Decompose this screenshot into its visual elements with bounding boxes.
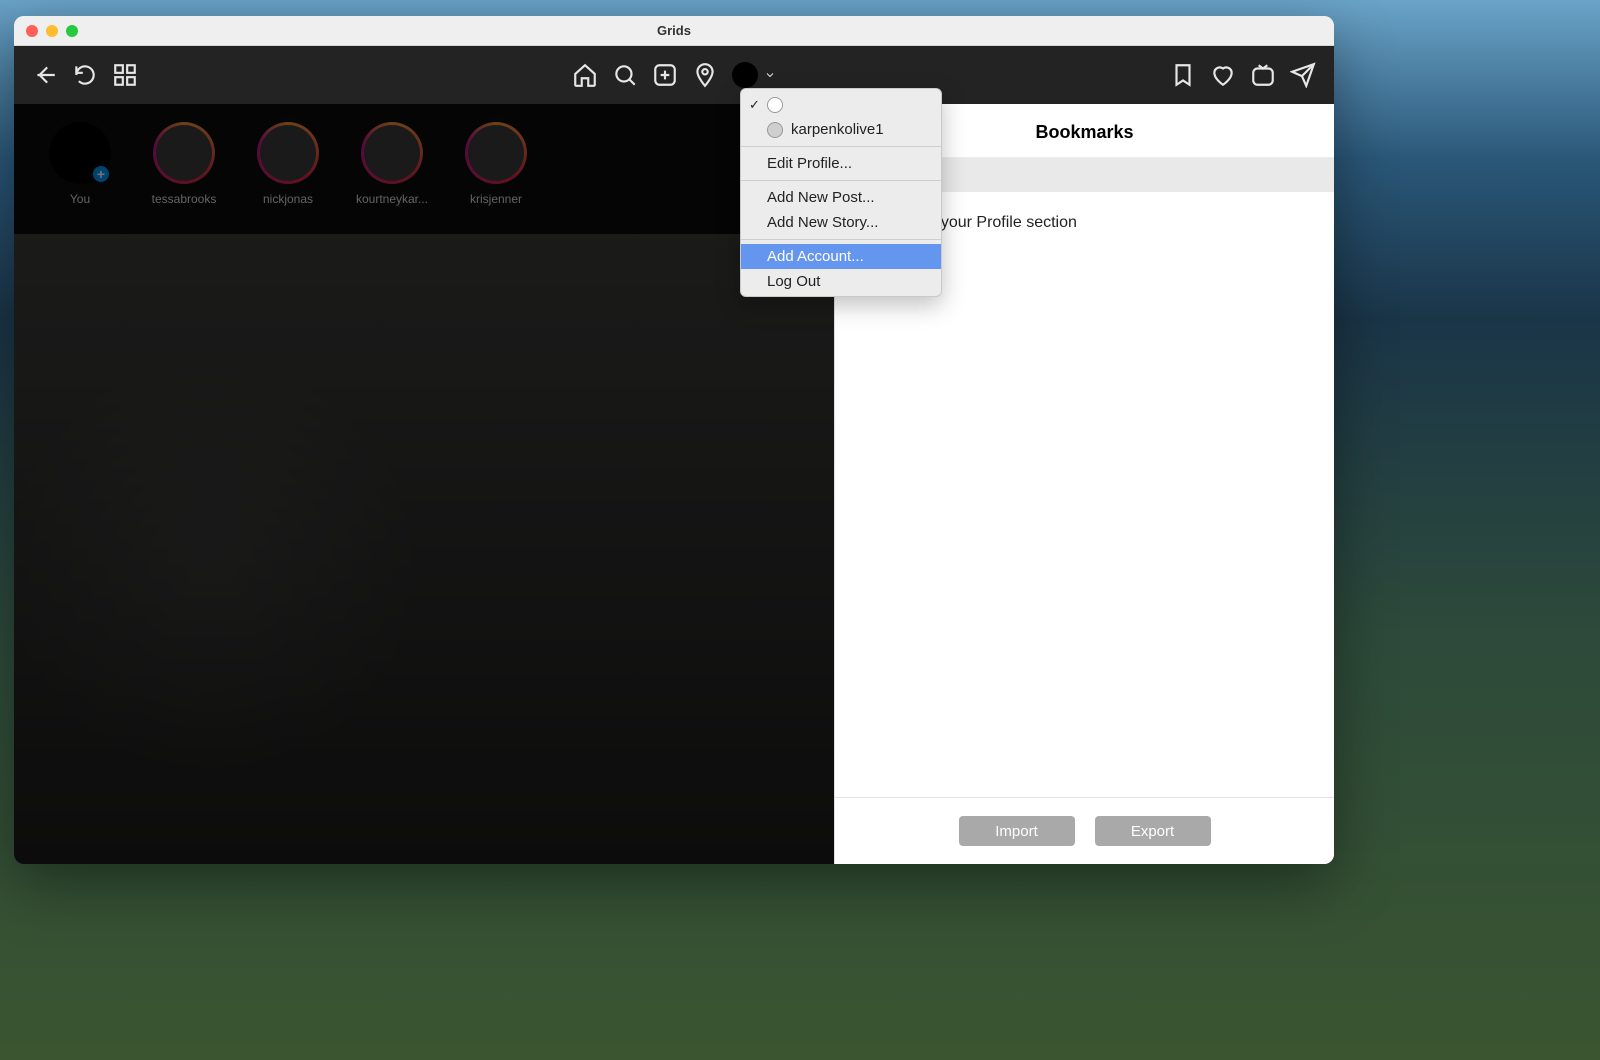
search-icon[interactable] [612, 62, 638, 88]
check-icon: ✓ [749, 97, 760, 113]
chevron-down-icon [764, 69, 776, 81]
menu-log-out[interactable]: Log Out [741, 269, 941, 294]
close-window-button[interactable] [26, 25, 38, 37]
panel-footer: Import Export [835, 797, 1334, 864]
feed-area: +Youtessabrooksnickjonaskourtneykar...kr… [14, 104, 834, 864]
menu-edit-profile[interactable]: Edit Profile... [741, 151, 941, 176]
account-avatar-icon [767, 97, 783, 113]
heart-icon[interactable] [1210, 62, 1236, 88]
menu-account-name: karpenkolive1 [791, 121, 884, 138]
location-icon[interactable] [692, 62, 718, 88]
bookmark-icon[interactable] [1170, 62, 1196, 88]
export-button[interactable]: Export [1095, 816, 1211, 846]
titlebar: Grids [14, 16, 1334, 46]
back-icon[interactable] [32, 62, 58, 88]
window-title: Grids [657, 23, 691, 38]
menu-add-post[interactable]: Add New Post... [741, 185, 941, 210]
app-window: Grids +Youtessabrook [14, 16, 1334, 864]
menu-add-account[interactable]: Add Account... [741, 244, 941, 269]
menu-separator [741, 239, 941, 240]
menu-separator [741, 180, 941, 181]
import-button[interactable]: Import [959, 816, 1075, 846]
toolbar [14, 46, 1334, 104]
menu-separator [741, 146, 941, 147]
grid-icon[interactable] [112, 62, 138, 88]
window-controls [26, 25, 78, 37]
igtv-icon[interactable] [1250, 62, 1276, 88]
content-area: +Youtessabrooksnickjonaskourtneykar...kr… [14, 104, 1334, 864]
menu-account-secondary[interactable]: karpenkolive1 [741, 117, 941, 142]
menu-add-story[interactable]: Add New Story... [741, 210, 941, 235]
minimize-window-button[interactable] [46, 25, 58, 37]
new-post-icon[interactable] [652, 62, 678, 88]
account-dropdown-button[interactable] [732, 62, 776, 88]
avatar-icon [732, 62, 758, 88]
zoom-window-button[interactable] [66, 25, 78, 37]
direct-icon[interactable] [1290, 62, 1316, 88]
dim-overlay [14, 104, 834, 864]
home-icon[interactable] [572, 62, 598, 88]
reload-icon[interactable] [72, 62, 98, 88]
account-avatar-icon [767, 122, 783, 138]
menu-account-current[interactable]: ✓ [741, 93, 941, 117]
account-menu: ✓ karpenkolive1 Edit Profile... Add New … [740, 88, 942, 297]
